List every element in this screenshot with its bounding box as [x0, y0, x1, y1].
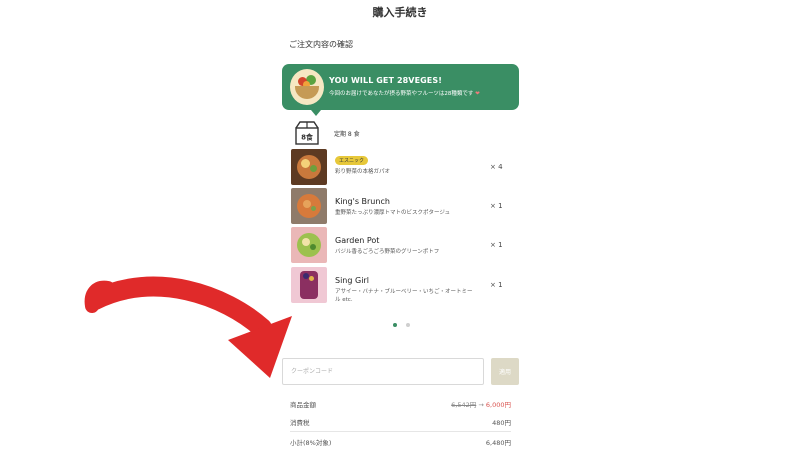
- plan-label: 定期 8 食: [334, 131, 360, 138]
- dish-image: [291, 149, 327, 185]
- subtotal-8pct-row: 小計(8%対象) 6,480円: [290, 437, 511, 447]
- item-name: King's Brunch: [335, 197, 390, 206]
- item-description: 彩り野菜の本格ガパオ: [335, 169, 391, 175]
- carousel-dot-active[interactable]: [393, 323, 397, 327]
- banner-subtext: 今回のお届けであなたが摂る野菜やフルーツは28種類です ❤: [329, 91, 480, 97]
- list-item: Sing Girl アサイー・バナナ・ブルーベリー・いちご・オートミール etc…: [291, 267, 515, 303]
- item-quantity: × 4: [490, 163, 503, 171]
- summary-label: 小計(8%対象): [290, 439, 332, 447]
- summary-divider: [290, 431, 511, 432]
- dish-image: [291, 227, 327, 263]
- summary-label: 消費税: [290, 419, 310, 427]
- banner-tail: [311, 110, 321, 116]
- carousel-dot[interactable]: [406, 323, 411, 327]
- plan-badge: 8食: [301, 133, 314, 142]
- item-description: アサイー・バナナ・ブルーベリー・いちご・オートミール etc.: [335, 289, 473, 303]
- item-quantity: × 1: [490, 202, 503, 210]
- item-name: Sing Girl: [335, 276, 369, 285]
- dish-image: [291, 188, 327, 224]
- item-name: Garden Pot: [335, 236, 380, 245]
- dish-image: [291, 267, 327, 303]
- order-section-title: ご注文内容の確認: [289, 40, 353, 49]
- list-item: エスニック 彩り野菜の本格ガパオ × 4: [291, 149, 515, 185]
- discounted-price: 6,000円: [485, 401, 511, 409]
- veges-banner: YOU WILL GET 28VEGES! 今回のお届けであなたが摂る野菜やフル…: [282, 64, 519, 110]
- summary-label: 商品金額: [290, 401, 316, 409]
- subtotal-row: 商品金額 6,542円 → 6,000円: [290, 399, 511, 409]
- category-tag: エスニック: [335, 156, 369, 165]
- summary-value: 6,542円 → 6,000円: [451, 399, 511, 409]
- arrow-separator: →: [478, 401, 484, 409]
- summary-value: 480円: [492, 419, 511, 427]
- page-title: 購入手続き: [372, 6, 428, 19]
- vegetable-basket-icon: [290, 69, 324, 105]
- heart-icon: ❤: [475, 91, 480, 97]
- list-item: King's Brunch 重野菜たっぷり濃厚トマトのビスクポタージュ × 1: [291, 188, 515, 224]
- box-icon: 8食: [294, 120, 320, 146]
- banner-headline: YOU WILL GET 28VEGES!: [329, 76, 442, 85]
- item-description: バジル香るごろごろ野菜のグリーンポトフ: [335, 249, 440, 255]
- coupon-code-input[interactable]: [282, 358, 484, 385]
- summary-value: 6,480円: [485, 439, 511, 447]
- apply-coupon-button[interactable]: 適用: [491, 358, 519, 385]
- item-description: 重野菜たっぷり濃厚トマトのビスクポタージュ: [335, 210, 451, 216]
- item-quantity: × 1: [490, 241, 503, 249]
- carousel-dots: [393, 312, 414, 331]
- list-item: Garden Pot バジル香るごろごろ野菜のグリーンポトフ × 1: [291, 227, 515, 263]
- tax-row: 消費税 480円: [290, 417, 511, 427]
- original-price: 6,542円: [451, 401, 477, 409]
- item-quantity: × 1: [490, 281, 503, 289]
